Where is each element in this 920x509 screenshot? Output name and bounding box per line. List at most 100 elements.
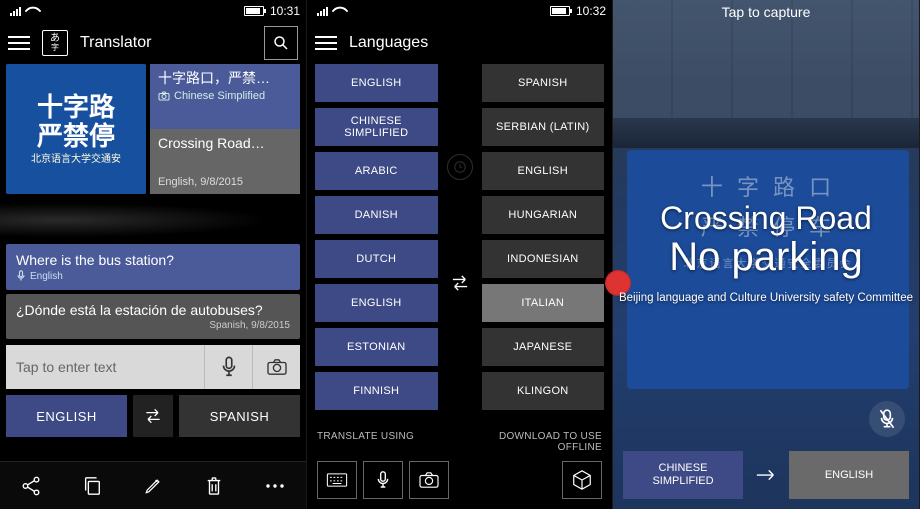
status-bar: 10:31 — [0, 0, 306, 22]
camera-icon — [418, 471, 440, 489]
lang-item[interactable]: FINNISH — [315, 372, 438, 410]
page-title: Languages — [349, 34, 428, 52]
lang-item[interactable]: JAPANESE — [482, 328, 605, 366]
target-meta: Spanish, 9/8/2015 — [16, 320, 290, 331]
swap-languages-button[interactable] — [447, 270, 473, 296]
battery-icon — [244, 6, 264, 16]
ledge — [613, 118, 919, 148]
delete-button[interactable] — [190, 464, 238, 508]
lang-item[interactable]: ENGLISH — [482, 152, 605, 190]
wifi-icon — [332, 5, 346, 17]
swap-icon — [449, 275, 471, 291]
bottom-toolbar — [0, 461, 306, 509]
overlay-line2: No parking — [613, 235, 919, 280]
lang-item[interactable]: CHINESE SIMPLIFIED — [315, 108, 438, 146]
direction-arrow — [751, 451, 781, 499]
column-divider — [446, 64, 474, 410]
app-title: Translator — [80, 34, 151, 52]
edit-button[interactable] — [129, 464, 177, 508]
lang-item[interactable]: DANISH — [315, 196, 438, 234]
lang-item-selected[interactable]: ITALIAN — [482, 284, 605, 322]
recent-source-card[interactable]: 十字路口，严禁… Chinese Simplified — [150, 64, 300, 129]
lang-item-selected[interactable]: ENGLISH — [315, 284, 438, 322]
lang-item[interactable]: DUTCH — [315, 240, 438, 278]
recent-target-card[interactable]: Crossing Road… English, 9/8/2015 — [150, 129, 300, 194]
recent-source-text: 十字路口，严禁… — [158, 70, 292, 86]
mic-icon — [220, 356, 238, 378]
search-icon — [272, 34, 290, 52]
source-language-button[interactable]: ENGLISH — [6, 395, 127, 437]
source-text: Where is the bus station? — [16, 252, 290, 268]
language-row: ENGLISH SPANISH — [6, 395, 300, 437]
keyboard-icon — [326, 473, 348, 487]
signal-icon — [10, 6, 21, 16]
camera-language-row: CHINESESIMPLIFIED ENGLISH — [623, 451, 909, 499]
globe-background — [0, 200, 306, 240]
status-time: 10:31 — [270, 4, 300, 18]
target-language-button[interactable]: SPANISH — [179, 395, 300, 437]
copy-icon — [82, 475, 102, 497]
app-header: あ字 Translator — [0, 22, 306, 64]
translate-using-label: TRANSLATE USING — [317, 431, 414, 453]
share-button[interactable] — [7, 464, 55, 508]
camera-icon — [266, 358, 288, 376]
recent-card[interactable]: 十字路 严禁停 北京语言大学交通安 十字路口，严禁… Chinese Simpl… — [0, 64, 306, 200]
menu-icon[interactable] — [8, 36, 30, 50]
swap-languages-button[interactable] — [133, 395, 173, 437]
translation-target-bubble[interactable]: ¿Dónde está la estación de autobuses? Sp… — [6, 294, 300, 339]
translation-source-bubble[interactable]: Where is the bus station? English — [6, 244, 300, 290]
more-button[interactable] — [251, 464, 299, 508]
app-header: Languages — [307, 22, 612, 64]
lang-item[interactable]: ENGLISH — [315, 64, 438, 102]
lang-item[interactable]: HUNGARIAN — [482, 196, 605, 234]
app-logo: あ字 — [42, 30, 68, 56]
recent-target-text: Crossing Road… — [158, 135, 292, 151]
capture-hint[interactable]: Tap to capture — [613, 4, 919, 20]
battery-icon — [550, 6, 570, 16]
mic-icon — [16, 270, 26, 282]
recent-source-lang: Chinese Simplified — [158, 90, 292, 102]
camera-mode-button[interactable] — [409, 461, 449, 499]
overlay-line3: Beijing language and Culture University … — [613, 292, 919, 304]
arrow-right-icon — [755, 468, 777, 482]
source-meta: English — [16, 270, 290, 282]
target-language-button[interactable]: ENGLISH — [789, 451, 909, 499]
recent-target-meta: English, 9/8/2015 — [158, 176, 292, 188]
mic-toggle-button[interactable] — [869, 401, 905, 437]
copy-button[interactable] — [68, 464, 116, 508]
status-bar: 10:32 — [307, 0, 612, 22]
text-input[interactable]: Tap to enter text — [6, 345, 204, 389]
more-icon — [265, 482, 285, 490]
search-button[interactable] — [264, 26, 298, 60]
lang-item[interactable]: SPANISH — [482, 64, 605, 102]
lang-item[interactable]: INDONESIAN — [482, 240, 605, 278]
download-label-l2: OFFLINE — [558, 442, 602, 453]
mic-mode-button[interactable] — [363, 461, 403, 499]
recent-thumbnail: 十字路 严禁停 北京语言大学交通安 — [6, 64, 146, 194]
signal-icon — [317, 6, 328, 16]
language-columns: ENGLISH CHINESE SIMPLIFIED ARABIC DANISH… — [315, 64, 604, 410]
source-language-list[interactable]: ENGLISH CHINESE SIMPLIFIED ARABIC DANISH… — [315, 64, 438, 410]
package-icon — [571, 469, 593, 491]
phone-languages: 10:32 Languages ENGLISH CHINESE SIMPLIFI… — [307, 0, 613, 509]
mic-button[interactable] — [204, 345, 252, 389]
camera-button[interactable] — [252, 345, 300, 389]
phone-camera-translate: Tap to capture 十 字 路 口 严 禁 停 车 北京语言大学交通安… — [613, 0, 920, 509]
share-icon — [20, 475, 42, 497]
download-button[interactable] — [562, 461, 602, 499]
sign-text-line2: 严禁停 — [37, 122, 115, 151]
input-row: Tap to enter text — [6, 345, 300, 389]
keyboard-mode-button[interactable] — [317, 461, 357, 499]
lang-item[interactable]: ESTONIAN — [315, 328, 438, 366]
lang-item[interactable]: KLINGON — [482, 372, 605, 410]
status-time: 10:32 — [576, 4, 606, 18]
recent-icon — [447, 154, 473, 180]
lang-item[interactable]: SERBIAN (LATIN) — [482, 108, 605, 146]
swap-icon — [143, 408, 163, 424]
target-language-list[interactable]: SPANISH SERBIAN (LATIN) ENGLISH HUNGARIA… — [482, 64, 605, 410]
source-language-button[interactable]: CHINESESIMPLIFIED — [623, 451, 743, 499]
menu-icon[interactable] — [315, 36, 337, 50]
trash-icon — [205, 475, 223, 497]
lang-item[interactable]: ARABIC — [315, 152, 438, 190]
sign-text-small: 北京语言大学交通安 — [31, 150, 121, 165]
